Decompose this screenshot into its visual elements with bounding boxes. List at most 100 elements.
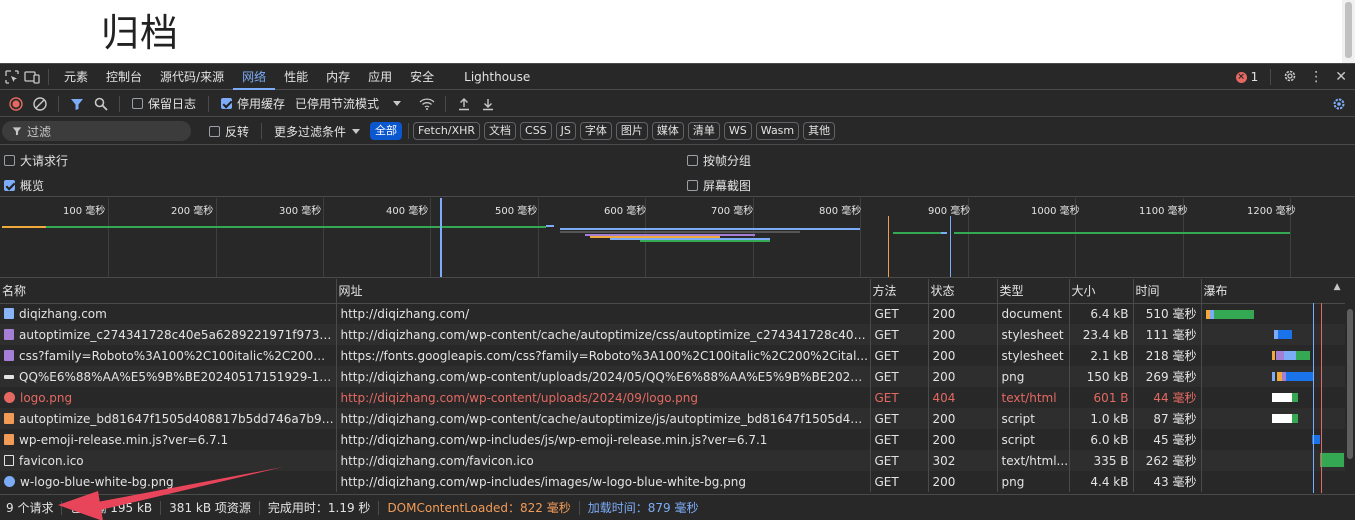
filter-icon[interactable] xyxy=(65,93,89,115)
table-row[interactable]: wp-emoji-release.min.js?ver=6.7.1 http:/… xyxy=(0,429,1346,450)
filter-chip-wasm[interactable]: Wasm xyxy=(755,122,800,140)
screenshots-checkbox[interactable]: 屏幕截图 xyxy=(687,177,751,194)
tab-network[interactable]: 网络 xyxy=(233,64,276,90)
row-method: GET xyxy=(870,366,929,387)
waterfall-bar xyxy=(1285,372,1314,381)
divider xyxy=(445,95,447,112)
filter-chip-all[interactable]: 全部 xyxy=(370,122,403,140)
table-row[interactable]: autoptimize_c274341728c40e5a6289221971f9… xyxy=(0,324,1346,345)
inspect-element-icon[interactable] xyxy=(2,67,22,87)
stop-recording-icon[interactable] xyxy=(4,93,28,115)
tab-security[interactable]: 安全 xyxy=(401,64,443,90)
row-waterfall xyxy=(1201,345,1346,366)
table-row[interactable]: w-logo-blue-white-bg.png http://diqizhan… xyxy=(0,471,1346,492)
checkbox-box[interactable] xyxy=(209,125,220,137)
column-header-type[interactable]: 类型 xyxy=(997,279,1070,304)
table-row[interactable]: autoptimize_bd81647f1505d408817b5dd746a7… xyxy=(0,408,1346,429)
row-waterfall xyxy=(1201,303,1346,324)
disable-cache-checkbox[interactable]: 停用缓存 xyxy=(221,95,285,112)
row-type: stylesheet xyxy=(997,324,1070,345)
row-time: 87 毫秒 xyxy=(1133,408,1202,429)
table-row[interactable]: css?family=Roboto%3A100%2C100italic%2C20… xyxy=(0,345,1346,366)
waterfall-bar xyxy=(1271,351,1275,360)
image-icon xyxy=(4,374,14,379)
filter-chip-img[interactable]: 图片 xyxy=(615,122,648,140)
checkbox-box[interactable] xyxy=(687,155,698,166)
close-icon[interactable]: ✕ xyxy=(1335,69,1347,85)
row-time: 43 毫秒 xyxy=(1133,471,1202,492)
page-scrollbar-thumb[interactable] xyxy=(1345,2,1352,58)
table-row[interactable]: favicon.ico http://diqizhang.com/favicon… xyxy=(0,450,1346,471)
checkbox-box[interactable] xyxy=(4,180,15,191)
row-name-cell: QQ%E6%88%AA%E5%9B%BE20240517151929-102..… xyxy=(0,366,337,387)
column-header-method[interactable]: 方法 xyxy=(870,279,929,304)
clear-icon[interactable] xyxy=(28,93,52,115)
invert-checkbox[interactable]: 反转 xyxy=(209,123,249,140)
filter-input[interactable]: 过滤 xyxy=(2,121,191,141)
throttling-select[interactable]: 已停用节流模式 xyxy=(295,95,379,112)
row-waterfall xyxy=(1201,450,1346,471)
tab-elements[interactable]: 元素 xyxy=(55,64,97,90)
table-row[interactable]: QQ%E6%88%AA%E5%9B%BE20240517151929-102..… xyxy=(0,366,1346,387)
group-by-frame-checkbox[interactable]: 按帧分组 xyxy=(687,152,751,169)
gear-icon[interactable] xyxy=(1283,69,1297,86)
overview-timeline[interactable]: 100 毫秒 200 毫秒 300 毫秒 400 毫秒 500 毫秒 600 毫… xyxy=(0,198,1355,278)
filter-chip-media[interactable]: 媒体 xyxy=(651,122,684,140)
filter-chip-ws[interactable]: WS xyxy=(723,122,752,140)
filter-chip-fetch-xhr[interactable]: Fetch/XHR xyxy=(413,122,481,140)
tab-lighthouse[interactable]: Lighthouse xyxy=(455,64,539,90)
upload-icon[interactable] xyxy=(452,93,476,115)
filter-chip-js[interactable]: JS xyxy=(555,122,576,140)
checkbox-box[interactable] xyxy=(687,180,698,191)
row-url: http://diqizhang.com/wp-content/cache/au… xyxy=(336,408,871,429)
device-toolbar-icon[interactable] xyxy=(22,67,42,87)
table-row[interactable]: logo.png http://diqizhang.com/wp-content… xyxy=(0,387,1346,408)
network-settings-gear-icon[interactable] xyxy=(1327,93,1351,115)
column-header-waterfall[interactable]: 瀑布 ▲ xyxy=(1201,279,1346,304)
large-rows-checkbox[interactable]: 大请求行 xyxy=(4,152,68,169)
more-filters-dropdown[interactable]: 更多过滤条件 xyxy=(274,123,361,140)
row-method: GET xyxy=(870,324,929,345)
column-header-url[interactable]: 网址 xyxy=(336,279,871,304)
error-count-badge[interactable]: × 1 xyxy=(1235,70,1258,84)
download-icon[interactable] xyxy=(476,93,500,115)
table-row[interactable]: diqizhang.com http://diqizhang.com/ GET … xyxy=(0,303,1346,324)
tab-performance[interactable]: 性能 xyxy=(275,64,317,90)
column-header-time[interactable]: 时间 xyxy=(1133,279,1202,304)
column-header-status[interactable]: 状态 xyxy=(928,279,998,304)
row-name-cell: autoptimize_c274341728c40e5a6289221971f9… xyxy=(0,324,337,345)
preserve-log-checkbox[interactable]: 保留日志 xyxy=(132,95,196,112)
filter-chip-css[interactable]: CSS xyxy=(520,122,552,140)
page-scrollbar[interactable] xyxy=(1342,0,1355,63)
tab-application[interactable]: 应用 xyxy=(359,64,401,90)
large-rows-label: 大请求行 xyxy=(20,154,69,168)
tab-sources[interactable]: 源代码/来源 xyxy=(151,64,233,90)
filter-chip-font[interactable]: 字体 xyxy=(579,122,612,140)
overview-bar xyxy=(941,232,947,234)
divider xyxy=(408,123,410,139)
checkbox-box[interactable] xyxy=(132,98,143,109)
load-marker-line xyxy=(950,216,951,277)
filter-chip-doc[interactable]: 文档 xyxy=(484,122,517,140)
column-header-name[interactable]: 名称 xyxy=(0,279,337,304)
overview-checkbox[interactable]: 概览 xyxy=(4,177,44,194)
chevron-down-icon[interactable] xyxy=(393,101,402,106)
table-scrollbar[interactable] xyxy=(1345,279,1355,493)
tab-memory[interactable]: 内存 xyxy=(317,64,359,90)
filter-chip-manifest[interactable]: 清单 xyxy=(687,122,720,140)
tab-console[interactable]: 控制台 xyxy=(97,64,151,90)
checkbox-box[interactable] xyxy=(4,155,15,166)
column-header-size[interactable]: 大小 xyxy=(1069,279,1134,304)
overview-cursor-line xyxy=(440,198,442,277)
row-status: 404 xyxy=(928,387,998,408)
checkbox-box[interactable] xyxy=(221,98,233,109)
divider xyxy=(208,95,210,112)
overview-bar xyxy=(560,228,860,230)
row-name-cell: w-logo-blue-white-bg.png xyxy=(0,471,337,492)
network-conditions-icon[interactable] xyxy=(415,93,439,115)
search-icon[interactable] xyxy=(89,93,113,115)
table-scrollbar-thumb[interactable] xyxy=(1347,309,1353,459)
filter-chip-other[interactable]: 其他 xyxy=(803,122,836,140)
overview-bar xyxy=(893,232,941,234)
more-options-icon[interactable]: ⋮ xyxy=(1309,70,1323,84)
